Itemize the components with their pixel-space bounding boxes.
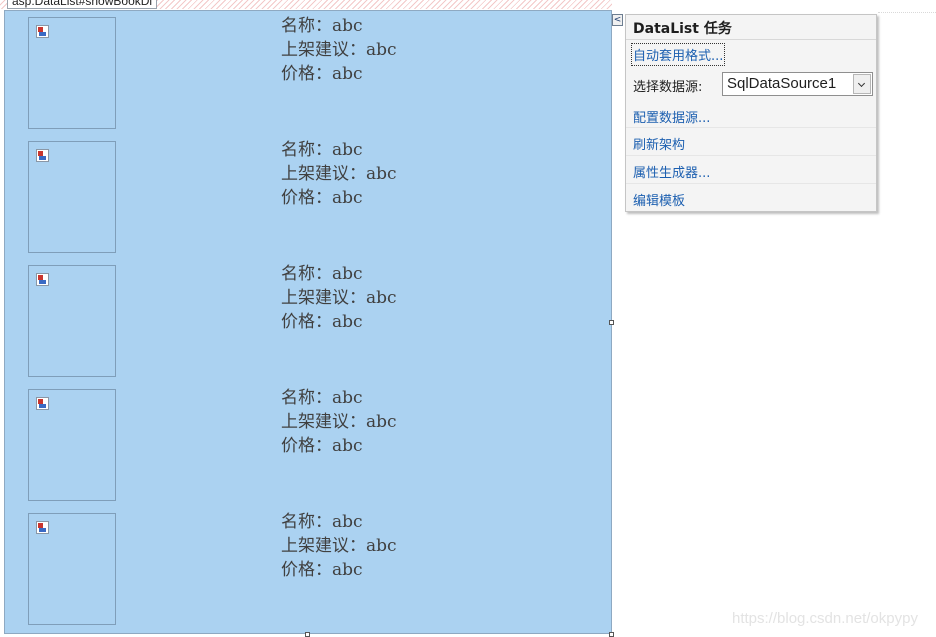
title-divider [626, 39, 876, 40]
datasource-selected-value: SqlDataSource1 [727, 75, 837, 92]
property-builder-link[interactable]: 属性生成器... [633, 162, 710, 181]
item-name: 名称：abc [281, 388, 363, 408]
auto-format-link[interactable]: 自动套用格式... [630, 43, 726, 66]
watermark-text: https://blog.csdn.net/okpypy [732, 610, 918, 627]
item-name: 名称：abc [281, 264, 363, 284]
resize-handle-bottom[interactable] [305, 632, 310, 637]
datalist-tasks-panel: DataList 任务 自动套用格式... 选择数据源: SqlDataSour… [625, 14, 877, 212]
broken-image-icon [36, 397, 49, 410]
item-name: 名称：abc [281, 16, 363, 36]
item-image-placeholder[interactable] [28, 265, 116, 377]
item-suggestion: 上架建议：abc [281, 164, 397, 184]
item-image-placeholder[interactable] [28, 513, 116, 625]
item-price: 价格：abc [281, 436, 363, 456]
item-text: 名称：abc 上架建议：abc 价格：abc [281, 386, 397, 458]
item-text: 名称：abc 上架建议：abc 价格：abc [281, 14, 397, 86]
item-price: 价格：abc [281, 64, 363, 84]
item-name: 名称：abc [281, 512, 363, 532]
item-text: 名称：abc 上架建议：abc 价格：abc [281, 138, 397, 210]
edit-templates-link[interactable]: 编辑模板 [633, 190, 685, 209]
refresh-schema-link[interactable]: 刷新架构 [633, 134, 685, 153]
smart-tag-collapse-button[interactable]: < [612, 14, 623, 26]
datalist-design-surface[interactable]: 名称：abc 上架建议：abc 价格：abc 名称：abc 上架建议：abc 价… [4, 10, 612, 634]
chevron-down-icon[interactable] [853, 74, 871, 94]
datalist-item[interactable]: 名称：abc 上架建议：abc 价格：abc [5, 135, 611, 259]
datalist-item[interactable]: 名称：abc 上架建议：abc 价格：abc [5, 259, 611, 383]
item-suggestion: 上架建议：abc [281, 40, 397, 60]
broken-image-icon [36, 25, 49, 38]
resize-handle-right[interactable] [609, 320, 614, 325]
datalist-item[interactable]: 名称：abc 上架建议：abc 价格：abc [5, 383, 611, 507]
item-image-placeholder[interactable] [28, 389, 116, 501]
item-suggestion: 上架建议：abc [281, 536, 397, 556]
item-image-placeholder[interactable] [28, 17, 116, 129]
item-price: 价格：abc [281, 188, 363, 208]
broken-image-icon [36, 149, 49, 162]
item-suggestion: 上架建议：abc [281, 412, 397, 432]
broken-image-icon [36, 273, 49, 286]
row-divider [626, 155, 876, 156]
row-divider [626, 183, 876, 184]
item-text: 名称：abc 上架建议：abc 价格：abc [281, 262, 397, 334]
datasource-label: 选择数据源: [633, 80, 703, 95]
item-image-placeholder[interactable] [28, 141, 116, 253]
datalist-item[interactable]: 名称：abc 上架建议：abc 价格：abc [5, 507, 611, 631]
tasks-panel-title: DataList 任务 [633, 21, 732, 37]
configure-datasource-link[interactable]: 配置数据源... [633, 107, 710, 126]
designer-dotted-guide [878, 12, 936, 13]
item-price: 价格：abc [281, 312, 363, 332]
control-tag: asp:DataList#showBookDl [7, 0, 158, 9]
datalist-item[interactable]: 名称：abc 上架建议：abc 价格：abc [5, 11, 611, 135]
broken-image-icon [36, 521, 49, 534]
item-text: 名称：abc 上架建议：abc 价格：abc [281, 510, 397, 582]
item-suggestion: 上架建议：abc [281, 288, 397, 308]
datasource-select[interactable]: SqlDataSource1 [722, 72, 873, 96]
item-name: 名称：abc [281, 140, 363, 160]
resize-handle-bottom-right[interactable] [609, 632, 614, 637]
row-divider [626, 127, 876, 128]
item-price: 价格：abc [281, 560, 363, 580]
